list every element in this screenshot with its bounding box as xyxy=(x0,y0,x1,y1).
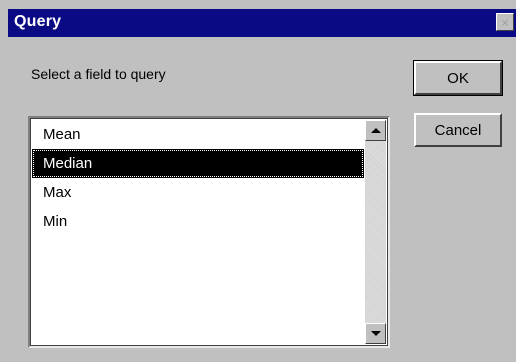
query-dialog: Query × Select a field to query Mean Med… xyxy=(0,0,516,362)
ok-button[interactable]: OK xyxy=(413,60,503,96)
list-item-min[interactable]: Min xyxy=(32,207,364,236)
scroll-up-button[interactable] xyxy=(365,120,386,141)
field-listbox[interactable]: Mean Median Max Min xyxy=(28,116,390,348)
window-title: Query xyxy=(14,13,62,30)
cancel-button[interactable]: Cancel xyxy=(414,113,502,147)
title-bar[interactable]: Query × xyxy=(8,9,516,37)
list-items: Mean Median Max Min xyxy=(32,120,364,344)
list-item-median[interactable]: Median xyxy=(32,149,364,178)
arrow-down-icon xyxy=(370,331,381,336)
list-item-mean[interactable]: Mean xyxy=(32,120,364,149)
scroll-down-button[interactable] xyxy=(365,323,386,344)
close-icon: × xyxy=(501,14,509,30)
prompt-label: Select a field to query xyxy=(31,66,166,82)
list-item-max[interactable]: Max xyxy=(32,178,364,207)
close-button[interactable]: × xyxy=(496,13,514,31)
vertical-scrollbar[interactable] xyxy=(365,120,386,344)
arrow-up-icon xyxy=(370,128,381,133)
